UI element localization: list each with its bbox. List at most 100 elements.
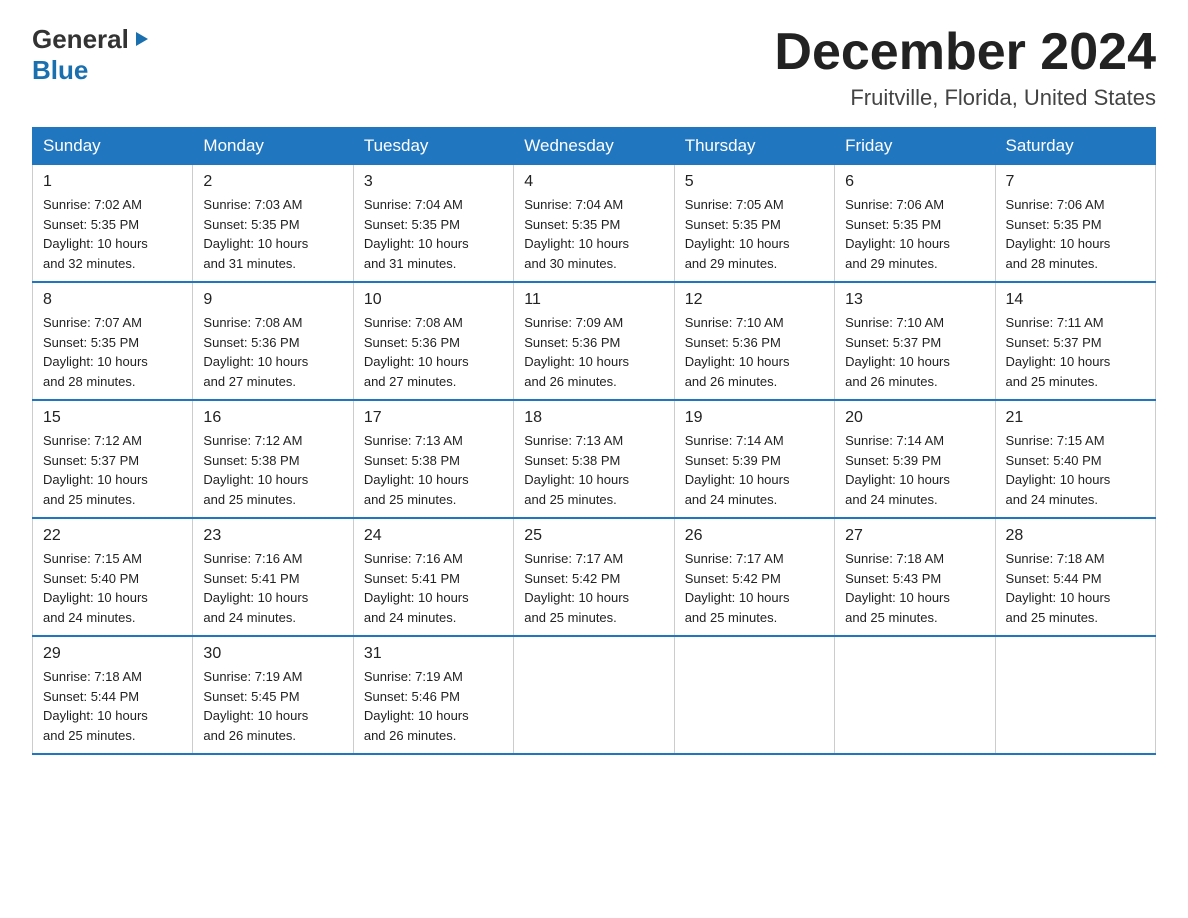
day-info: Sunrise: 7:10 AMSunset: 5:37 PMDaylight:… <box>845 313 984 391</box>
day-number: 18 <box>524 409 663 427</box>
day-number: 28 <box>1006 527 1145 545</box>
day-info: Sunrise: 7:08 AMSunset: 5:36 PMDaylight:… <box>203 313 342 391</box>
day-number: 7 <box>1006 173 1145 191</box>
day-info: Sunrise: 7:15 AMSunset: 5:40 PMDaylight:… <box>43 549 182 627</box>
day-info: Sunrise: 7:06 AMSunset: 5:35 PMDaylight:… <box>1006 195 1145 273</box>
day-info: Sunrise: 7:14 AMSunset: 5:39 PMDaylight:… <box>685 431 824 509</box>
page-header: General Blue December 2024 Fruitville, F… <box>32 24 1156 111</box>
calendar-day-cell: 10 Sunrise: 7:08 AMSunset: 5:36 PMDayligh… <box>353 282 513 400</box>
calendar-day-cell: 18Sunrise: 7:13 AMSunset: 5:38 PMDayligh… <box>514 400 674 518</box>
day-info: Sunrise: 7:17 AMSunset: 5:42 PMDaylight:… <box>685 549 824 627</box>
day-number: 17 <box>364 409 503 427</box>
day-number: 9 <box>203 291 342 309</box>
day-info: Sunrise: 7:16 AMSunset: 5:41 PMDaylight:… <box>364 549 503 627</box>
weekday-header-sunday: Sunday <box>33 128 193 165</box>
calendar-day-cell: 12 Sunrise: 7:10 AMSunset: 5:36 PMDayligh… <box>674 282 834 400</box>
calendar-day-cell: 17 Sunrise: 7:13 AMSunset: 5:38 PMDayligh… <box>353 400 513 518</box>
day-number: 20 <box>845 409 984 427</box>
day-info: Sunrise: 7:17 AMSunset: 5:42 PMDaylight:… <box>524 549 663 627</box>
day-info: Sunrise: 7:06 AMSunset: 5:35 PMDaylight:… <box>845 195 984 273</box>
day-info: Sunrise: 7:10 AMSunset: 5:36 PMDaylight:… <box>685 313 824 391</box>
calendar-week-row: 1 Sunrise: 7:02 AMSunset: 5:35 PMDaylight… <box>33 165 1156 283</box>
calendar-day-cell: 13Sunrise: 7:10 AMSunset: 5:37 PMDayligh… <box>835 282 995 400</box>
day-number: 25 <box>524 527 663 545</box>
weekday-header-thursday: Thursday <box>674 128 834 165</box>
calendar-day-cell: 21 Sunrise: 7:15 AMSunset: 5:40 PMDayligh… <box>995 400 1155 518</box>
logo-blue-text: Blue <box>32 55 88 85</box>
calendar-day-cell: 7 Sunrise: 7:06 AMSunset: 5:35 PMDaylight… <box>995 165 1155 283</box>
day-info: Sunrise: 7:13 AMSunset: 5:38 PMDaylight:… <box>364 431 503 509</box>
calendar-table: SundayMondayTuesdayWednesdayThursdayFrid… <box>32 127 1156 755</box>
empty-cell <box>514 636 674 754</box>
day-number: 29 <box>43 645 182 663</box>
calendar-day-cell: 25 Sunrise: 7:17 AMSunset: 5:42 PMDayligh… <box>514 518 674 636</box>
day-info: Sunrise: 7:18 AMSunset: 5:44 PMDaylight:… <box>1006 549 1145 627</box>
calendar-week-row: 8 Sunrise: 7:07 AMSunset: 5:35 PMDaylight… <box>33 282 1156 400</box>
day-number: 31 <box>364 645 503 663</box>
day-info: Sunrise: 7:15 AMSunset: 5:40 PMDaylight:… <box>1006 431 1145 509</box>
day-number: 22 <box>43 527 182 545</box>
day-number: 1 <box>43 173 182 191</box>
calendar-day-cell: 1 Sunrise: 7:02 AMSunset: 5:35 PMDaylight… <box>33 165 193 283</box>
calendar-day-cell: 14 Sunrise: 7:11 AMSunset: 5:37 PMDayligh… <box>995 282 1155 400</box>
day-number: 11 <box>524 291 663 309</box>
day-number: 2 <box>203 173 342 191</box>
logo-triangle-icon <box>132 30 150 53</box>
calendar-day-cell: 2Sunrise: 7:03 AMSunset: 5:35 PMDaylight… <box>193 165 353 283</box>
calendar-day-cell: 15Sunrise: 7:12 AMSunset: 5:37 PMDayligh… <box>33 400 193 518</box>
calendar-day-cell: 3 Sunrise: 7:04 AMSunset: 5:35 PMDaylight… <box>353 165 513 283</box>
day-info: Sunrise: 7:02 AMSunset: 5:35 PMDaylight:… <box>43 195 182 273</box>
day-number: 6 <box>845 173 984 191</box>
day-info: Sunrise: 7:18 AMSunset: 5:44 PMDaylight:… <box>43 667 182 745</box>
day-info: Sunrise: 7:19 AMSunset: 5:46 PMDaylight:… <box>364 667 503 745</box>
day-info: Sunrise: 7:04 AMSunset: 5:35 PMDaylight:… <box>524 195 663 273</box>
day-info: Sunrise: 7:12 AMSunset: 5:38 PMDaylight:… <box>203 431 342 509</box>
day-number: 15 <box>43 409 182 427</box>
calendar-week-row: 22 Sunrise: 7:15 AMSunset: 5:40 PMDayligh… <box>33 518 1156 636</box>
day-info: Sunrise: 7:07 AMSunset: 5:35 PMDaylight:… <box>43 313 182 391</box>
calendar-day-cell: 23 Sunrise: 7:16 AMSunset: 5:41 PMDayligh… <box>193 518 353 636</box>
day-info: Sunrise: 7:04 AMSunset: 5:35 PMDaylight:… <box>364 195 503 273</box>
weekday-header-wednesday: Wednesday <box>514 128 674 165</box>
day-info: Sunrise: 7:14 AMSunset: 5:39 PMDaylight:… <box>845 431 984 509</box>
calendar-day-cell: 8 Sunrise: 7:07 AMSunset: 5:35 PMDaylight… <box>33 282 193 400</box>
weekday-header-saturday: Saturday <box>995 128 1155 165</box>
calendar-week-row: 15Sunrise: 7:12 AMSunset: 5:37 PMDayligh… <box>33 400 1156 518</box>
calendar-subtitle: Fruitville, Florida, United States <box>774 85 1156 111</box>
calendar-title: December 2024 <box>774 24 1156 81</box>
day-number: 27 <box>845 527 984 545</box>
day-number: 12 <box>685 291 824 309</box>
calendar-day-cell: 19 Sunrise: 7:14 AMSunset: 5:39 PMDayligh… <box>674 400 834 518</box>
logo: General Blue <box>32 24 150 86</box>
day-number: 21 <box>1006 409 1145 427</box>
day-number: 3 <box>364 173 503 191</box>
day-number: 19 <box>685 409 824 427</box>
calendar-day-cell: 28 Sunrise: 7:18 AMSunset: 5:44 PMDayligh… <box>995 518 1155 636</box>
calendar-day-cell: 6 Sunrise: 7:06 AMSunset: 5:35 PMDaylight… <box>835 165 995 283</box>
day-number: 4 <box>524 173 663 191</box>
logo-general-text: General <box>32 24 129 55</box>
calendar-day-cell: 31 Sunrise: 7:19 AMSunset: 5:46 PMDayligh… <box>353 636 513 754</box>
day-info: Sunrise: 7:18 AMSunset: 5:43 PMDaylight:… <box>845 549 984 627</box>
day-number: 26 <box>685 527 824 545</box>
day-info: Sunrise: 7:16 AMSunset: 5:41 PMDaylight:… <box>203 549 342 627</box>
day-info: Sunrise: 7:08 AMSunset: 5:36 PMDaylight:… <box>364 313 503 391</box>
calendar-day-cell: 16Sunrise: 7:12 AMSunset: 5:38 PMDayligh… <box>193 400 353 518</box>
day-number: 14 <box>1006 291 1145 309</box>
day-info: Sunrise: 7:05 AMSunset: 5:35 PMDaylight:… <box>685 195 824 273</box>
day-number: 30 <box>203 645 342 663</box>
weekday-header-row: SundayMondayTuesdayWednesdayThursdayFrid… <box>33 128 1156 165</box>
day-number: 8 <box>43 291 182 309</box>
weekday-header-tuesday: Tuesday <box>353 128 513 165</box>
calendar-day-cell: 5 Sunrise: 7:05 AMSunset: 5:35 PMDaylight… <box>674 165 834 283</box>
day-info: Sunrise: 7:11 AMSunset: 5:37 PMDaylight:… <box>1006 313 1145 391</box>
day-number: 5 <box>685 173 824 191</box>
calendar-day-cell: 29 Sunrise: 7:18 AMSunset: 5:44 PMDayligh… <box>33 636 193 754</box>
day-number: 10 <box>364 291 503 309</box>
day-number: 23 <box>203 527 342 545</box>
calendar-day-cell: 22 Sunrise: 7:15 AMSunset: 5:40 PMDayligh… <box>33 518 193 636</box>
day-number: 24 <box>364 527 503 545</box>
calendar-day-cell: 27 Sunrise: 7:18 AMSunset: 5:43 PMDayligh… <box>835 518 995 636</box>
calendar-day-cell: 20 Sunrise: 7:14 AMSunset: 5:39 PMDayligh… <box>835 400 995 518</box>
empty-cell <box>835 636 995 754</box>
